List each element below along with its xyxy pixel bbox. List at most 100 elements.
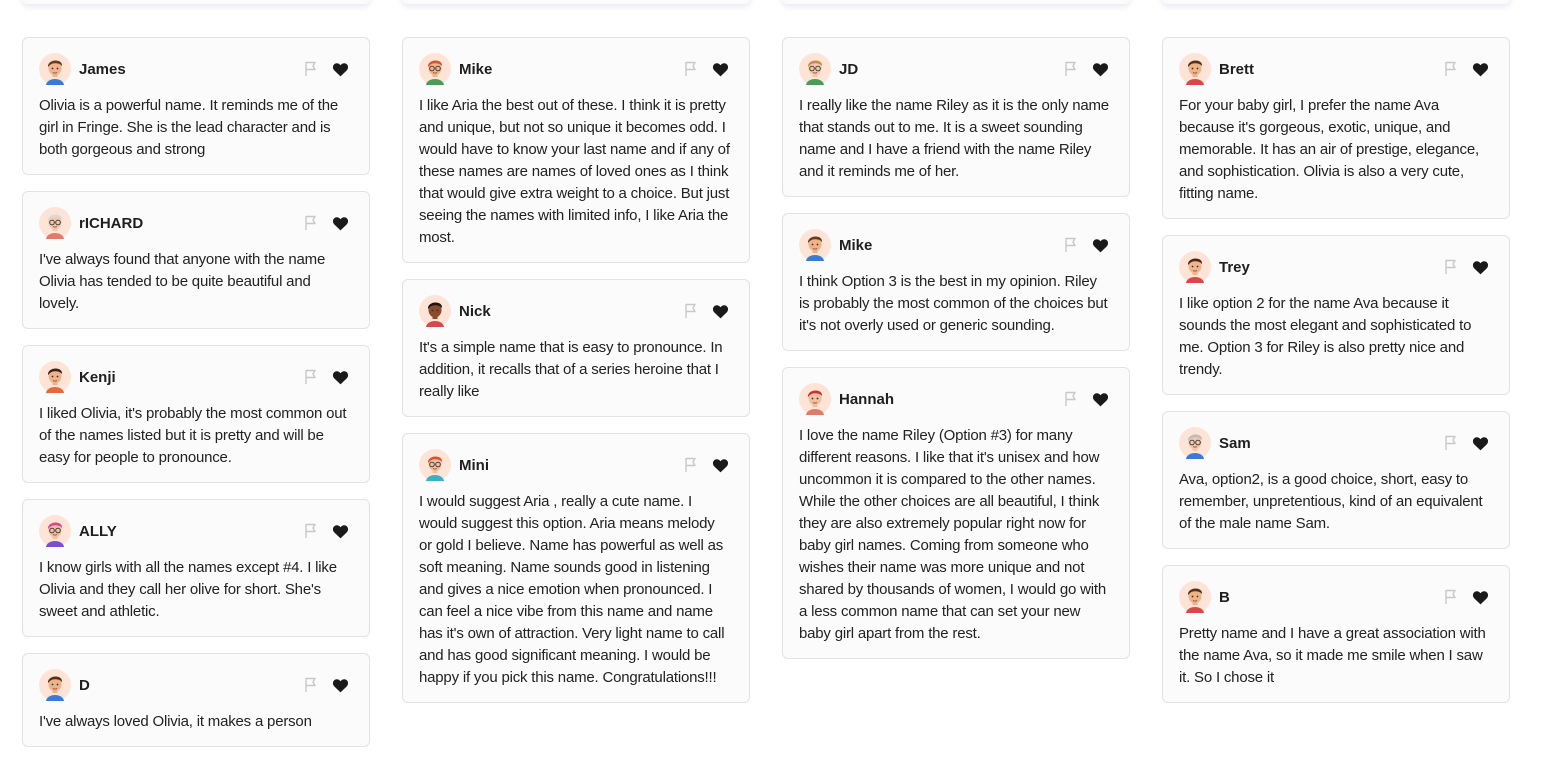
comment-card: ALLY I know girls with all the names exce… xyxy=(22,499,370,637)
avatar xyxy=(39,361,71,393)
avatar xyxy=(799,229,831,261)
commenter-name: Brett xyxy=(1219,60,1255,78)
avatar xyxy=(1179,427,1211,459)
heart-icon[interactable] xyxy=(332,524,349,539)
previous-card-bottom xyxy=(22,0,370,4)
comment-text: I like Aria the best out of these. I thi… xyxy=(419,97,730,246)
heart-icon[interactable] xyxy=(1092,238,1109,253)
avatar xyxy=(799,383,831,415)
flag-icon[interactable] xyxy=(1444,61,1458,77)
flag-icon[interactable] xyxy=(304,677,318,693)
comment-card: Hannah I love the name Riley (Option #3) … xyxy=(782,367,1130,659)
commenter-name: Kenji xyxy=(79,368,116,386)
comment-header: James xyxy=(39,52,351,86)
avatar xyxy=(419,449,451,481)
heart-icon[interactable] xyxy=(712,62,729,77)
comment-text: I liked Olivia, it's probably the most c… xyxy=(39,405,347,466)
comment-text: I really like the name Riley as it is th… xyxy=(799,97,1109,180)
heart-icon[interactable] xyxy=(332,370,349,385)
flag-icon[interactable] xyxy=(684,61,698,77)
comment-text: I think Option 3 is the best in my opini… xyxy=(799,273,1108,334)
heart-icon[interactable] xyxy=(712,458,729,473)
comment-header: ALLY xyxy=(39,514,351,548)
commenter-name: B xyxy=(1219,588,1230,606)
heart-icon[interactable] xyxy=(332,216,349,231)
avatar xyxy=(799,53,831,85)
avatar xyxy=(1179,251,1211,283)
comment-card: Mike I think Option 3 is the best in my o… xyxy=(782,213,1130,351)
comment-card: Mike I like Aria the best out of these. I… xyxy=(402,37,750,263)
flag-icon[interactable] xyxy=(1444,435,1458,451)
comment-text: I've always found that anyone with the n… xyxy=(39,251,326,312)
comment-text: I like option 2 for the name Ava because… xyxy=(1179,295,1472,378)
heart-icon[interactable] xyxy=(332,678,349,693)
comment-text: I would suggest Aria , really a cute nam… xyxy=(419,493,725,686)
commenter-name: Mini xyxy=(459,456,489,474)
flag-icon[interactable] xyxy=(304,369,318,385)
flag-icon[interactable] xyxy=(1064,391,1078,407)
comment-text: Olivia is a powerful name. It reminds me… xyxy=(39,97,339,158)
comment-header: Brett xyxy=(1179,52,1491,86)
commenter-name: JD xyxy=(839,60,859,78)
comment-header: JD xyxy=(799,52,1111,86)
avatar xyxy=(39,53,71,85)
avatar xyxy=(1179,53,1211,85)
flag-icon[interactable] xyxy=(684,457,698,473)
heart-icon[interactable] xyxy=(332,62,349,77)
comments-column-3: JD I really like the name Riley as it is … xyxy=(782,37,1130,675)
comment-header: Kenji xyxy=(39,360,351,394)
comments-column-4: Brett For your baby girl, I prefer the na… xyxy=(1162,37,1510,719)
comment-card: Brett For your baby girl, I prefer the na… xyxy=(1162,37,1510,219)
comment-card: D I've always loved Olivia, it makes a pe… xyxy=(22,653,370,747)
comment-text: I've always loved Olivia, it makes a per… xyxy=(39,713,312,730)
heart-icon[interactable] xyxy=(1472,62,1489,77)
comment-header: rICHARD xyxy=(39,206,351,240)
commenter-name: Mike xyxy=(839,236,873,254)
comment-header: B xyxy=(1179,580,1491,614)
comment-header: Mike xyxy=(799,228,1111,262)
flag-icon[interactable] xyxy=(304,215,318,231)
heart-icon[interactable] xyxy=(1472,590,1489,605)
avatar xyxy=(39,669,71,701)
avatar xyxy=(419,295,451,327)
flag-icon[interactable] xyxy=(1064,61,1078,77)
comment-card: B Pretty name and I have a great associat… xyxy=(1162,565,1510,703)
commenter-name: Sam xyxy=(1219,434,1251,452)
heart-icon[interactable] xyxy=(1472,436,1489,451)
heart-icon[interactable] xyxy=(1092,392,1109,407)
comment-card: James Olivia is a powerful name. It remin… xyxy=(22,37,370,175)
commenter-name: Hannah xyxy=(839,390,895,408)
heart-icon[interactable] xyxy=(1472,260,1489,275)
previous-card-bottom xyxy=(402,0,750,4)
comment-text: Pretty name and I have a great associati… xyxy=(1179,625,1486,686)
comment-card: Nick It's a simple name that is easy to p… xyxy=(402,279,750,417)
comments-column-2: Mike I like Aria the best out of these. I… xyxy=(402,37,750,719)
flag-icon[interactable] xyxy=(304,523,318,539)
avatar xyxy=(39,515,71,547)
avatar xyxy=(39,207,71,239)
commenter-name: Trey xyxy=(1219,258,1250,276)
comment-header: Trey xyxy=(1179,250,1491,284)
comment-card: Mini I would suggest Aria , really a cute… xyxy=(402,433,750,703)
comment-text: I know girls with all the names except #… xyxy=(39,559,337,620)
comment-text: I love the name Riley (Option #3) for ma… xyxy=(799,427,1107,642)
flag-icon[interactable] xyxy=(684,303,698,319)
comment-header: Mini xyxy=(419,448,731,482)
comment-text: For your baby girl, I prefer the name Av… xyxy=(1179,97,1479,202)
flag-icon[interactable] xyxy=(1444,259,1458,275)
commenter-name: Mike xyxy=(459,60,493,78)
flag-icon[interactable] xyxy=(304,61,318,77)
previous-card-bottom xyxy=(782,0,1130,4)
comment-header: Sam xyxy=(1179,426,1491,460)
flag-icon[interactable] xyxy=(1064,237,1078,253)
comment-text: It's a simple name that is easy to prono… xyxy=(419,339,723,400)
comment-header: Nick xyxy=(419,294,731,328)
heart-icon[interactable] xyxy=(712,304,729,319)
comments-column-1: James Olivia is a powerful name. It remin… xyxy=(22,37,370,763)
avatar xyxy=(419,53,451,85)
comment-card: Kenji I liked Olivia, it's probably the m… xyxy=(22,345,370,483)
commenter-name: ALLY xyxy=(79,522,117,540)
flag-icon[interactable] xyxy=(1444,589,1458,605)
comment-card: Trey I like option 2 for the name Ava bec… xyxy=(1162,235,1510,395)
heart-icon[interactable] xyxy=(1092,62,1109,77)
